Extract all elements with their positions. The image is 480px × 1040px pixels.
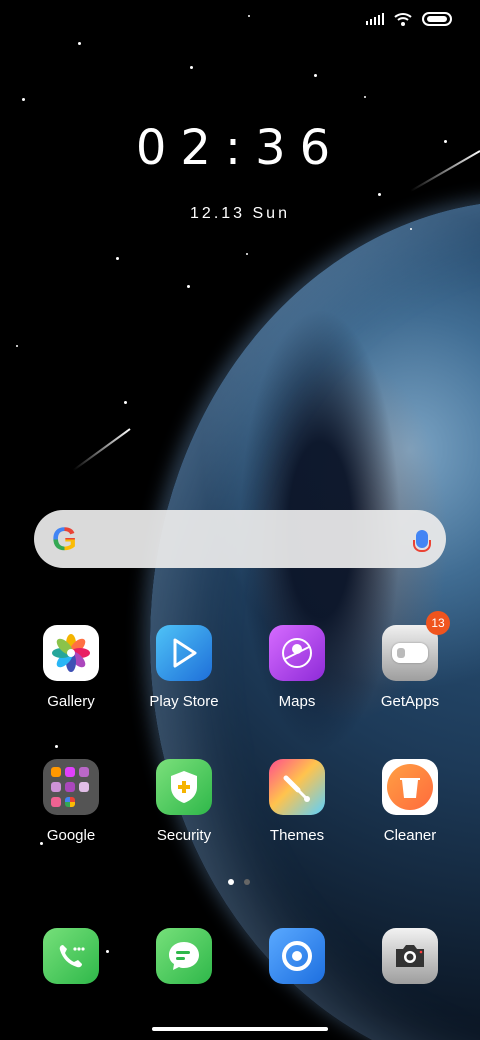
dock-camera[interactable] [360,928,460,984]
star [124,401,127,404]
page-dot-active [228,879,234,885]
star [364,96,366,98]
google-folder-icon [43,759,99,815]
star [248,15,250,17]
lockscreen-date: 12.13 Sun [190,205,290,222]
battery-icon [422,12,452,26]
themes-icon [269,759,325,815]
app-label: GetApps [380,693,440,710]
google-logo: G [52,520,77,557]
app-label: Gallery [47,693,95,710]
star [410,228,412,230]
app-label: Security [156,827,212,844]
app-security[interactable]: Security [134,759,234,844]
signal-icon [366,13,384,25]
getapps-icon: 13 [382,611,450,681]
app-getapps[interactable]: 13 GetApps [360,611,460,710]
app-label: Maps [278,693,316,710]
star [187,285,190,288]
star [22,98,25,101]
camera-icon [382,928,438,984]
wifi-icon [394,13,412,26]
app-label: Themes [269,827,325,844]
dock-messages[interactable] [134,928,234,984]
star [78,42,81,45]
star [116,257,119,260]
app-google-folder[interactable]: Google [21,759,121,844]
star [246,253,248,255]
page-dot [244,879,250,885]
mic-icon[interactable] [413,530,431,552]
home-indicator[interactable] [152,1027,328,1031]
messages-icon [156,928,212,984]
app-play-store[interactable]: Play Store [134,625,234,710]
play-store-icon [156,625,212,681]
search-bar[interactable]: G [34,510,446,568]
notification-badge: 13 [426,611,450,635]
app-themes[interactable]: Themes [247,759,347,844]
browser-icon [269,928,325,984]
security-icon [156,759,212,815]
star [314,74,317,77]
app-label: Cleaner [383,827,437,844]
dock-phone[interactable] [21,928,121,984]
gallery-icon [43,625,99,681]
app-gallery[interactable]: Gallery [21,625,121,710]
phone-icon [43,928,99,984]
app-cleaner[interactable]: Cleaner [360,759,460,844]
app-label: Google [46,827,96,844]
cleaner-icon [382,759,438,815]
page-indicator [228,879,250,885]
dock-browser[interactable] [247,928,347,984]
star [16,345,18,347]
status-bar [366,12,452,26]
star [55,745,58,748]
star [190,66,193,69]
maps-icon [269,625,325,681]
star [378,193,381,196]
lockscreen-time: 02:36 [135,120,345,176]
meteor [72,428,131,471]
app-label: Play Store [149,693,219,710]
app-maps[interactable]: Maps [247,625,347,710]
